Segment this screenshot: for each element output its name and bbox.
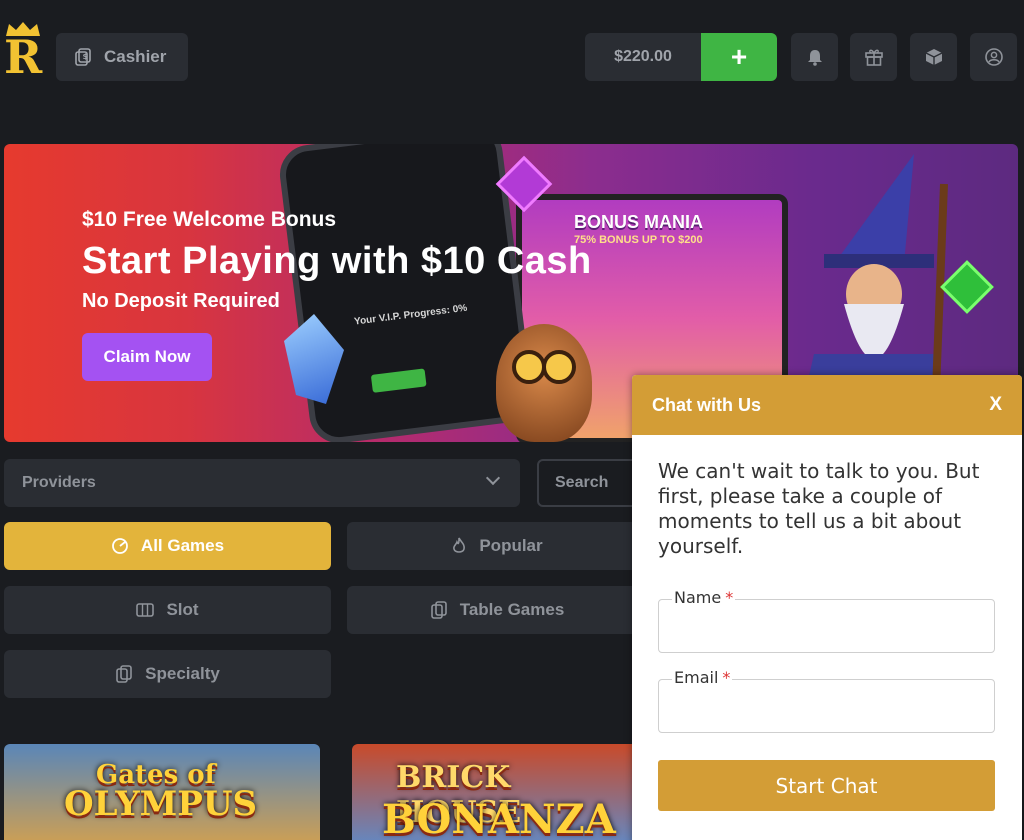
notifications-button[interactable] xyxy=(791,33,838,81)
svg-text:$: $ xyxy=(83,52,89,61)
claim-now-button[interactable]: Claim Now xyxy=(82,333,212,381)
originals-button[interactable] xyxy=(910,33,957,81)
rewards-button[interactable] xyxy=(850,33,897,81)
category-label: Slot xyxy=(166,600,199,619)
category-label: Table Games xyxy=(459,600,565,619)
site-logo[interactable]: R xyxy=(4,22,44,82)
phone-vip-text: Your V.I.P. Progress: 0% xyxy=(353,302,468,328)
phone-button-art xyxy=(370,368,427,393)
cashier-icon: $ xyxy=(75,48,91,66)
game-title-line2: BONANZA xyxy=(382,796,616,840)
required-mark: * xyxy=(722,668,731,687)
email-label: Email * xyxy=(672,668,733,687)
user-icon xyxy=(984,48,1003,66)
chip-icon xyxy=(112,538,128,554)
name-label-text: Name xyxy=(674,588,722,607)
category-all-games[interactable]: All Games xyxy=(4,522,331,570)
profile-button[interactable] xyxy=(970,33,1017,81)
email-label-text: Email xyxy=(674,668,719,687)
deposit-plus-button[interactable]: + xyxy=(701,33,777,81)
cashier-label: Cashier xyxy=(104,47,167,66)
banner-title: Start Playing with $10 Cash xyxy=(82,240,592,282)
name-label: Name * xyxy=(672,588,736,607)
category-popular[interactable]: Popular xyxy=(347,522,647,570)
bonus-mania-title: BONUS MANIA xyxy=(574,212,703,232)
chevron-down-icon xyxy=(485,470,501,486)
bell-icon xyxy=(807,50,822,66)
cards-icon xyxy=(430,601,447,619)
category-label: Specialty xyxy=(145,664,220,683)
gift-icon xyxy=(864,49,883,66)
search-input[interactable]: Search xyxy=(537,459,647,507)
required-mark: * xyxy=(725,588,734,607)
cashier-button[interactable]: $ Cashier xyxy=(56,33,188,81)
banner-no-deposit: No Deposit Required xyxy=(82,290,280,312)
category-label: Popular xyxy=(479,536,543,555)
email-field[interactable] xyxy=(658,679,995,733)
providers-label: Providers xyxy=(22,474,96,491)
start-chat-button[interactable]: Start Chat xyxy=(658,760,995,811)
search-placeholder: Search xyxy=(555,474,609,491)
cards-icon xyxy=(116,665,132,683)
chat-header: Chat with Us X xyxy=(632,375,1022,435)
category-table-games[interactable]: Table Games xyxy=(347,586,647,634)
owl-art xyxy=(496,324,592,442)
game-tile-gates-of-olympus[interactable]: Gates of OLYMPUS xyxy=(4,744,320,840)
balance-display: $220.00 xyxy=(585,33,701,81)
bonus-mania-subtitle: 75% BONUS UP TO $200 xyxy=(574,234,703,246)
chat-title: Chat with Us xyxy=(652,394,762,415)
chat-intro-message: We can't wait to talk to you. But first,… xyxy=(658,459,980,558)
game-title-line2: OLYMPUS xyxy=(64,784,258,824)
chat-widget: Chat with Us X We can't wait to talk to … xyxy=(632,375,1022,840)
name-field[interactable] xyxy=(658,599,995,653)
category-label: All Games xyxy=(140,536,225,555)
chat-close-button[interactable]: X xyxy=(989,394,1002,416)
category-specialty[interactable]: Specialty xyxy=(4,650,331,698)
providers-dropdown[interactable]: Providers xyxy=(4,459,520,507)
cube-icon xyxy=(925,49,942,65)
banner-subtitle: $10 Free Welcome Bonus xyxy=(82,208,337,231)
logo-letter: R xyxy=(4,30,43,84)
game-tile-brick-house-bonanza[interactable]: BRICK HOUSE BONANZA xyxy=(352,744,642,840)
category-slot[interactable]: Slot xyxy=(4,586,331,634)
flame-icon xyxy=(453,537,466,553)
slot-icon xyxy=(136,603,155,617)
